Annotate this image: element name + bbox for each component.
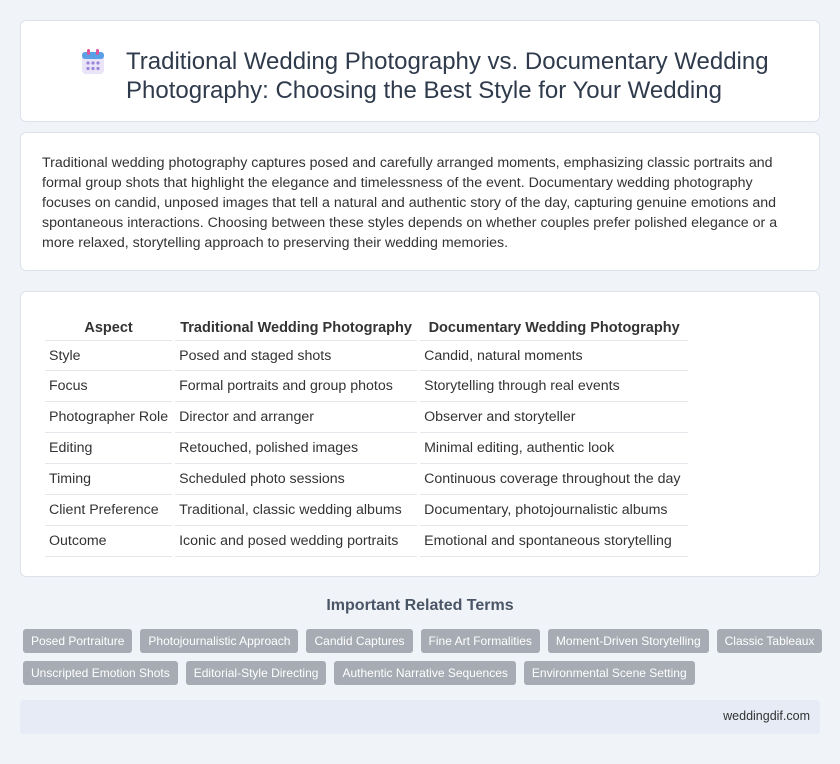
table-cell: Focus <box>45 371 173 402</box>
related-terms-title: Important Related Terms <box>326 597 514 614</box>
table-cell: Director and arranger <box>175 402 418 433</box>
table-row: Editing Retouched, polished images Minim… <box>45 433 689 464</box>
related-term-tag[interactable]: Unscripted Emotion Shots <box>23 661 178 685</box>
table-cell: Candid, natural moments <box>420 340 689 371</box>
table-cell: Iconic and posed wedding portraits <box>175 526 418 557</box>
column-header: Traditional Wedding Photography <box>180 320 412 336</box>
related-term-tag[interactable]: Moment-Driven Storytelling <box>547 629 709 653</box>
intro-card: Traditional wedding photography captures… <box>20 132 820 271</box>
footer-brand[interactable]: weddingdif.com <box>723 709 810 723</box>
related-term-tag[interactable]: Environmental Scene Setting <box>523 661 695 685</box>
comparison-table: Aspect Traditional Wedding Photography D… <box>42 314 691 557</box>
table-row: Style Posed and staged shots Candid, nat… <box>45 340 689 371</box>
footer: weddingdif.com <box>20 700 820 734</box>
intro-paragraph: Traditional wedding photography captures… <box>42 155 778 251</box>
table-cell: Traditional, classic wedding albums <box>175 495 418 526</box>
related-term-tag[interactable]: Posed Portraiture <box>23 629 133 653</box>
calendar-icon <box>82 49 104 74</box>
table-row: Timing Scheduled photo sessions Continuo… <box>45 464 689 495</box>
comparison-table-card: Aspect Traditional Wedding Photography D… <box>20 291 820 577</box>
table-cell: Retouched, polished images <box>175 433 418 464</box>
table-cell: Formal portraits and group photos <box>175 371 418 402</box>
table-cell: Storytelling through real events <box>420 371 689 402</box>
table-cell: Emotional and spontaneous storytelling <box>420 526 689 557</box>
page-title: Traditional Wedding Photography vs. Docu… <box>126 48 769 104</box>
table-row: Photographer Role Director and arranger … <box>45 402 689 433</box>
header-card: Traditional Wedding Photography vs. Docu… <box>20 20 820 122</box>
related-term-tag[interactable]: Classic Tableaux <box>716 629 823 653</box>
related-term-tag[interactable]: Authentic Narrative Sequences <box>334 661 516 685</box>
related-term-tag[interactable]: Photojournalistic Approach <box>140 629 299 653</box>
related-term-tag[interactable]: Editorial-Style Directing <box>185 661 327 685</box>
table-cell: Observer and storyteller <box>420 402 689 433</box>
table-cell: Timing <box>45 464 173 495</box>
table-row: Client Preference Traditional, classic w… <box>45 495 689 526</box>
table-cell: Editing <box>45 433 173 464</box>
related-terms-list: Posed Portraiture Photojournalistic Appr… <box>23 629 823 685</box>
table-row: Focus Formal portraits and group photos … <box>45 371 689 402</box>
column-header: Documentary Wedding Photography <box>428 320 680 336</box>
related-term-tag[interactable]: Fine Art Formalities <box>420 629 540 653</box>
table-cell: Posed and staged shots <box>175 340 418 371</box>
table-cell: Scheduled photo sessions <box>175 464 418 495</box>
related-term-tag[interactable]: Candid Captures <box>306 629 413 653</box>
table-cell: Photographer Role <box>45 402 173 433</box>
table-row: Outcome Iconic and posed wedding portrai… <box>45 526 689 557</box>
table-cell: Outcome <box>45 526 173 557</box>
table-cell: Minimal editing, authentic look <box>420 433 689 464</box>
column-header: Aspect <box>84 320 133 336</box>
table-cell: Documentary, photojournalistic albums <box>420 495 689 526</box>
table-cell: Client Preference <box>45 495 173 526</box>
table-cell: Continuous coverage throughout the day <box>420 464 689 495</box>
table-cell: Style <box>45 340 173 371</box>
table-header-row: Aspect Traditional Wedding Photography D… <box>45 314 688 340</box>
